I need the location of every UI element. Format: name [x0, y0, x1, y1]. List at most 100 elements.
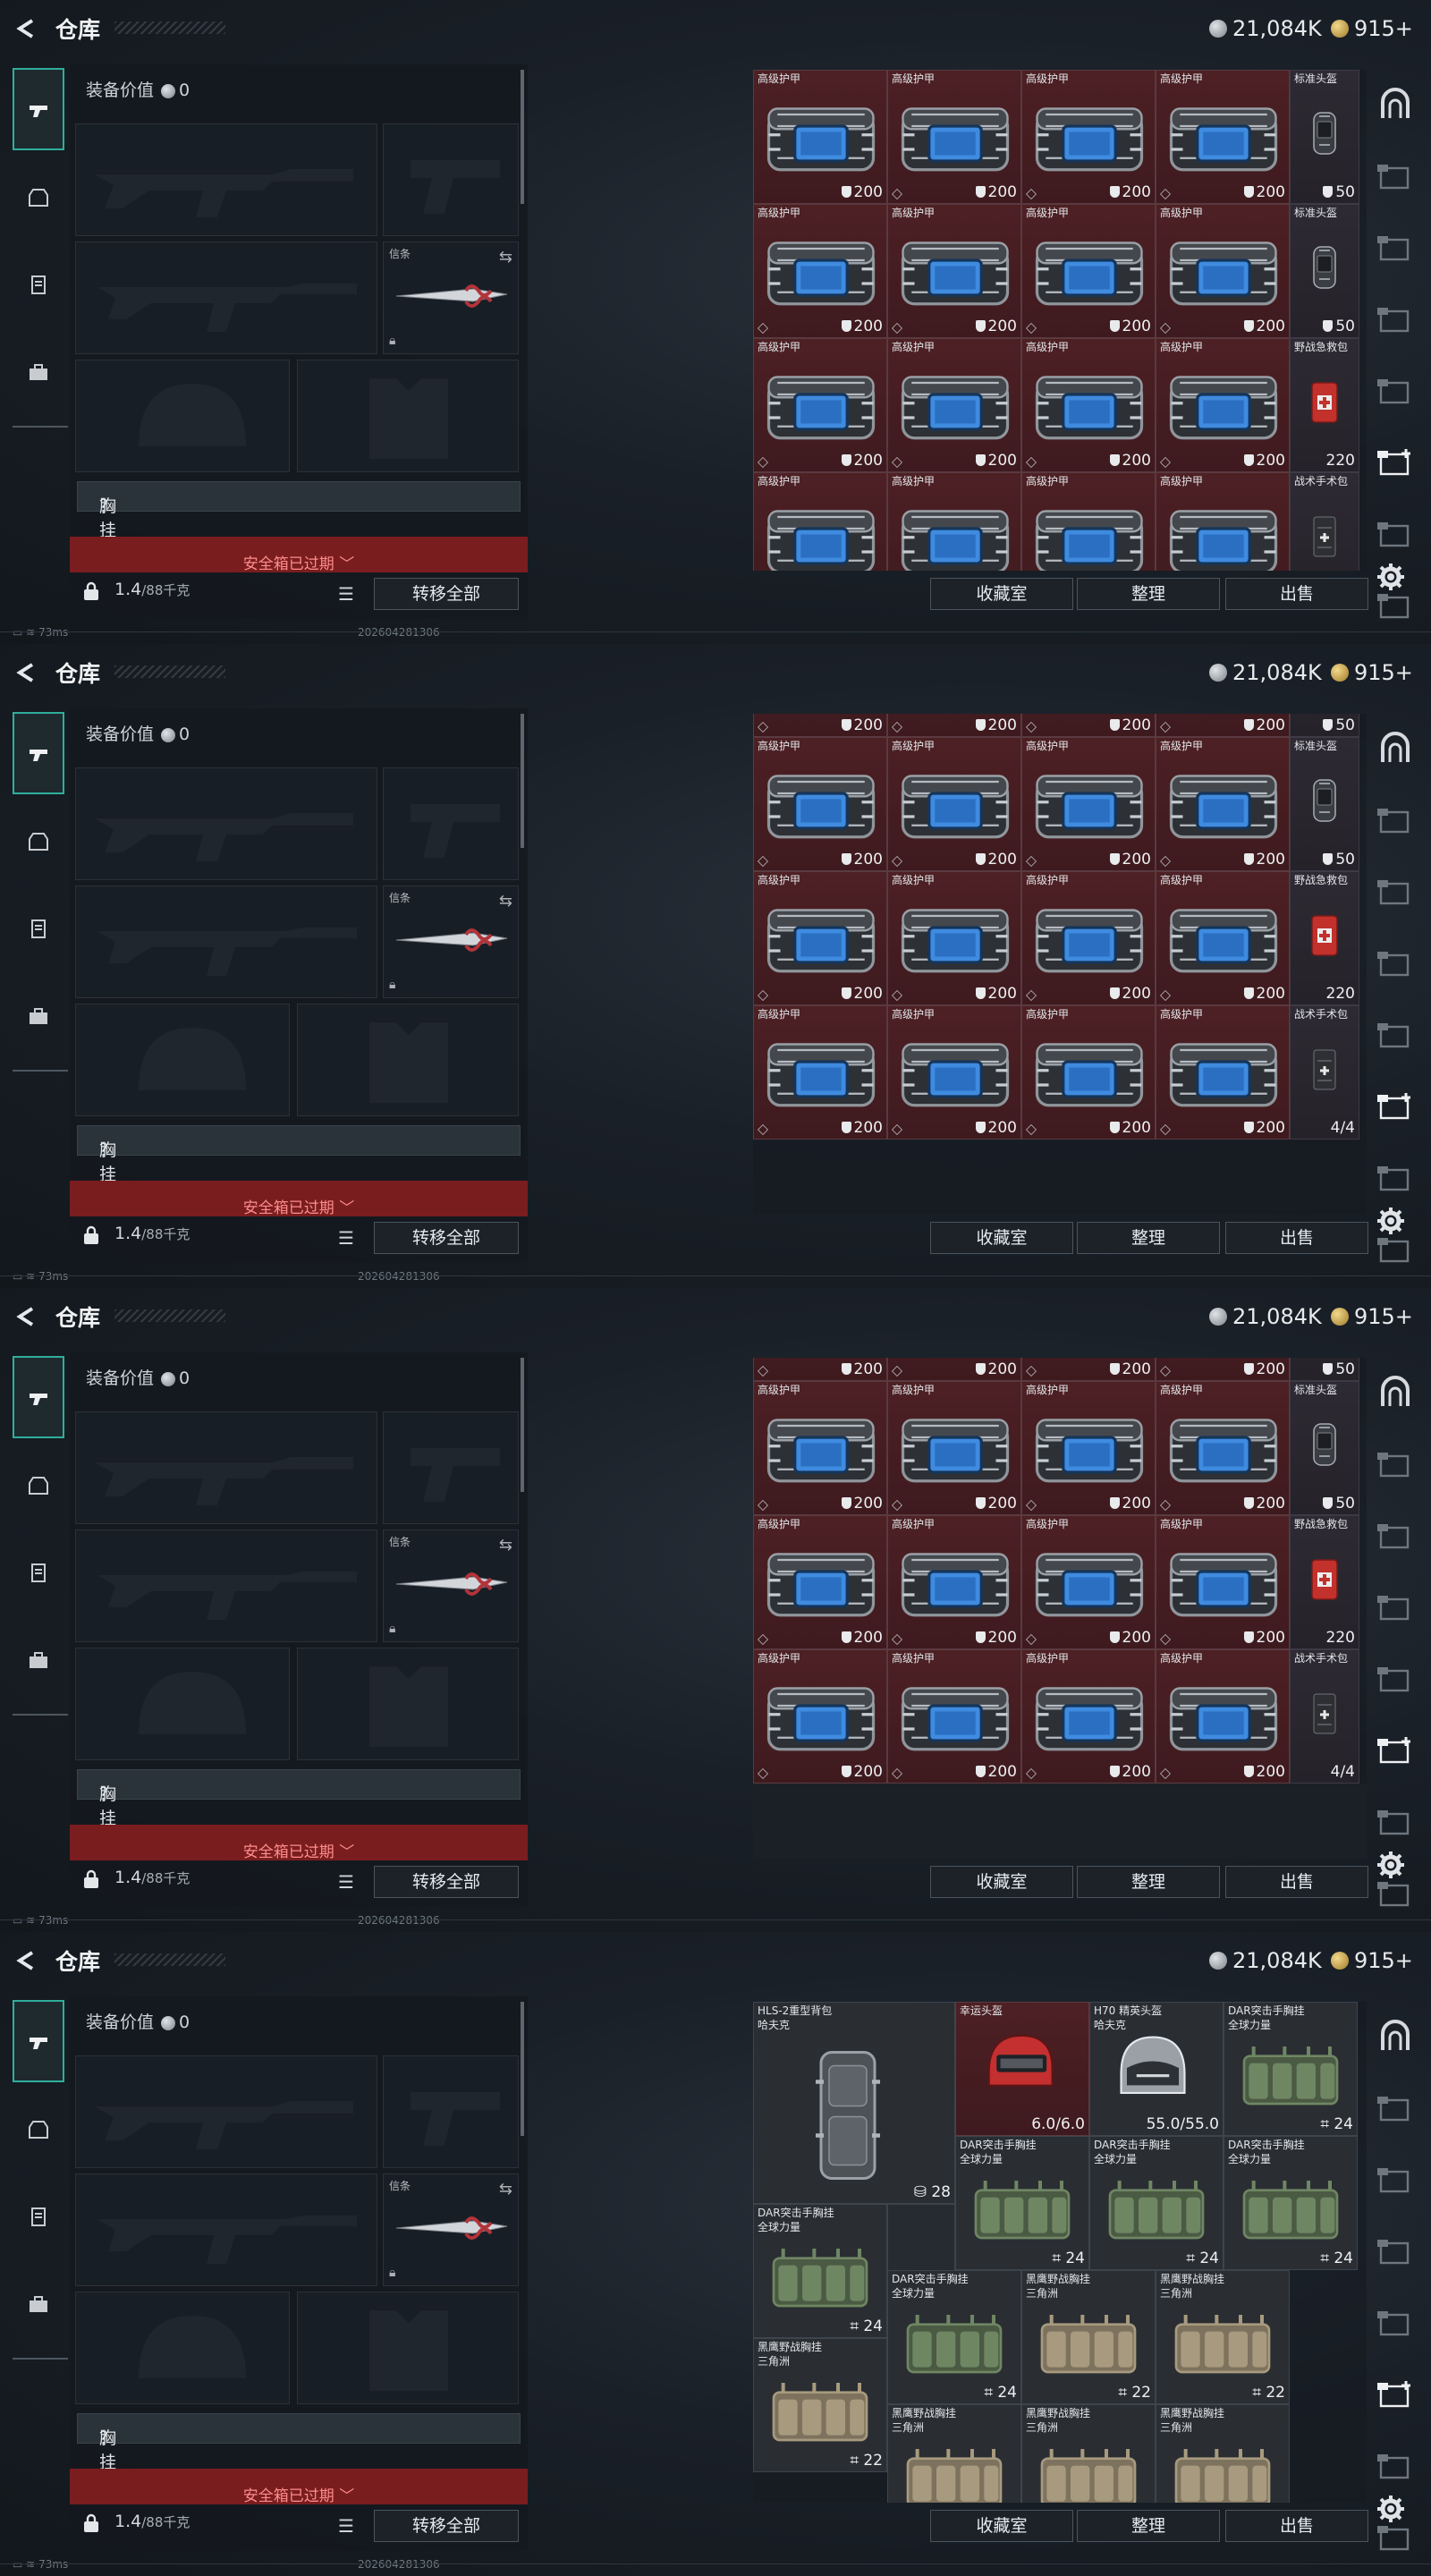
list-icon[interactable]: ☰: [338, 1227, 354, 1249]
pistol-slot[interactable]: [383, 2055, 519, 2168]
inventory-item[interactable]: 高级护甲 200: [1156, 871, 1290, 1005]
gear-icon[interactable]: [1376, 2494, 1406, 2524]
storage-tab-icon[interactable]: [1376, 589, 1415, 623]
melee-slot[interactable]: 信条 ⇆ 🔒︎: [383, 1530, 519, 1642]
secondary-weapon-slot[interactable]: [75, 1530, 377, 1642]
inventory-item[interactable]: 黑鹰野战胸挂三角洲 ⌗ 22: [1156, 2404, 1290, 2503]
inventory-item[interactable]: 幸运头盔 6.0/6.0: [955, 2002, 1089, 2136]
inventory-item[interactable]: 高级护甲 200: [753, 1381, 887, 1515]
inventory-item[interactable]: 高级护甲 200: [887, 70, 1021, 204]
inventory-item[interactable]: 高级护甲 200: [1021, 70, 1156, 204]
sell-button[interactable]: 出售: [1225, 1222, 1368, 1254]
loadout-tab-briefcase[interactable]: [13, 331, 64, 413]
storage-tab-icon[interactable]: [1376, 1519, 1415, 1553]
collection-button[interactable]: 收藏室: [930, 1222, 1073, 1254]
loadout-tab-clipboard[interactable]: [13, 1531, 64, 1614]
inventory-item[interactable]: 高级护甲 200: [887, 204, 1021, 338]
inventory-item[interactable]: H70 精英头盔 哈夫克 55.0/55.0: [1089, 2002, 1224, 2136]
sell-button[interactable]: 出售: [1225, 578, 1368, 610]
inventory-item[interactable]: 高级护甲 200: [753, 871, 887, 1005]
inventory-item[interactable]: 高级护甲 200: [753, 338, 887, 472]
arch-icon[interactable]: [1376, 1376, 1415, 1410]
loadout-scrollbar[interactable]: [521, 714, 524, 848]
chest-rig-slot[interactable]: 胸挂 ？: [77, 1125, 521, 1184]
loadout-scrollbar[interactable]: [521, 1358, 524, 1492]
inventory-item[interactable]: 高级护甲 200: [887, 472, 1021, 571]
transfer-all-button[interactable]: 转移全部: [374, 2510, 519, 2542]
storage-tab-icon[interactable]: [1376, 1233, 1415, 1267]
inventory-item[interactable]: 标准头盔 50: [1290, 737, 1359, 871]
sort-button[interactable]: 整理: [1077, 2510, 1220, 2542]
storage-tab-icon[interactable]: [1376, 1161, 1415, 1195]
sell-button[interactable]: 出售: [1225, 1866, 1368, 1898]
gold-balance[interactable]: 915+: [1354, 1948, 1413, 1973]
swap-icon[interactable]: ⇆: [499, 248, 512, 267]
inventory-item[interactable]: 高级护甲 200: [753, 472, 887, 571]
inventory-item[interactable]: 高级护甲 200: [1156, 1358, 1290, 1381]
safe-box-expired-banner[interactable]: 安全箱已过期 ﹀: [70, 2469, 528, 2505]
transfer-all-button[interactable]: 转移全部: [374, 578, 519, 610]
body-armor-slot[interactable]: [297, 2292, 519, 2404]
inventory-item[interactable]: 高级护甲 200: [1156, 204, 1290, 338]
inventory-item[interactable]: 黑鹰野战胸挂三角洲 ⌗ 22: [1156, 2270, 1290, 2404]
inventory-item[interactable]: 标准头盔 50: [1290, 1381, 1359, 1515]
storage-tab-icon[interactable]: [1376, 159, 1415, 193]
chest-rig-slot[interactable]: 胸挂 ？: [77, 481, 521, 540]
helmet-slot[interactable]: [75, 1648, 290, 1760]
loadout-scrollbar[interactable]: [521, 2002, 524, 2136]
primary-weapon-slot[interactable]: [75, 1411, 377, 1524]
arch-icon[interactable]: [1376, 2020, 1415, 2054]
collection-button[interactable]: 收藏室: [930, 1866, 1073, 1898]
storage-tab-icon[interactable]: [1376, 2306, 1415, 2340]
melee-slot[interactable]: 信条 ⇆ 🔒︎: [383, 886, 519, 998]
sort-button[interactable]: 整理: [1077, 1222, 1220, 1254]
inventory-item[interactable]: DAR突击手胸挂 全球力量 ⌗ 24: [753, 2204, 887, 2338]
inventory-item[interactable]: 高级护甲 200: [1021, 472, 1156, 571]
loadout-tab-weapon[interactable]: [13, 712, 64, 794]
inventory-item[interactable]: 高级护甲 200: [1021, 1381, 1156, 1515]
safe-box-expired-banner[interactable]: 安全箱已过期 ﹀: [70, 1181, 528, 1217]
gear-icon[interactable]: [1376, 1206, 1406, 1236]
secondary-weapon-slot[interactable]: [75, 2174, 377, 2286]
inventory-item[interactable]: 战术手术包: [1290, 472, 1359, 571]
collection-button[interactable]: 收藏室: [930, 578, 1073, 610]
inventory-item[interactable]: 高级护甲 200: [1021, 714, 1156, 737]
inventory-item[interactable]: 标准头盔 50: [1290, 70, 1359, 204]
storage-tab-icon[interactable]: [1376, 1590, 1415, 1624]
secondary-weapon-slot[interactable]: [75, 886, 377, 998]
inventory-item[interactable]: 黑鹰野战胸挂三角洲 ⌗ 22: [753, 2338, 887, 2472]
inventory-item[interactable]: DAR突击手胸挂 全球力量 ⌗ 24: [887, 2270, 1021, 2404]
inventory-item[interactable]: 野战急救包 220: [1290, 871, 1359, 1005]
loadout-tab-armor[interactable]: [13, 156, 64, 238]
inventory-item[interactable]: 高级护甲 200: [1156, 1381, 1290, 1515]
swap-icon[interactable]: ⇆: [499, 1536, 512, 1555]
inventory-item[interactable]: DAR突击手胸挂 全球力量 ⌗ 24: [1089, 2136, 1224, 2270]
inventory-item[interactable]: 高级护甲 200: [887, 338, 1021, 472]
chest-rig-slot[interactable]: 胸挂 ？: [77, 2413, 521, 2472]
loadout-tab-armor[interactable]: [13, 2088, 64, 2170]
inventory-item[interactable]: 高级护甲 200: [1156, 737, 1290, 871]
arch-icon[interactable]: [1376, 88, 1415, 122]
gear-icon[interactable]: [1376, 1850, 1406, 1880]
pistol-slot[interactable]: [383, 1411, 519, 1524]
inventory-item[interactable]: 高级护甲 200: [1021, 1649, 1156, 1784]
loadout-tab-briefcase[interactable]: [13, 975, 64, 1057]
sort-button[interactable]: 整理: [1077, 1866, 1220, 1898]
inventory-item[interactable]: 高级护甲 200: [1021, 338, 1156, 472]
pistol-slot[interactable]: [383, 767, 519, 880]
list-icon[interactable]: ☰: [338, 2515, 354, 2537]
transfer-all-button[interactable]: 转移全部: [374, 1222, 519, 1254]
inventory-item[interactable]: 高级护甲 200: [1156, 338, 1290, 472]
inventory-item[interactable]: 高级护甲 200: [887, 1649, 1021, 1784]
inventory-item[interactable]: 野战急救包 220: [1290, 1515, 1359, 1649]
storage-tab-add-icon[interactable]: [1376, 445, 1415, 479]
inventory-item[interactable]: 高级护甲 200: [753, 1649, 887, 1784]
inventory-item[interactable]: 高级护甲 200: [753, 1005, 887, 1140]
loadout-scrollbar[interactable]: [521, 70, 524, 204]
safe-box-expired-banner[interactable]: 安全箱已过期 ﹀: [70, 537, 528, 573]
loadout-tab-armor[interactable]: [13, 800, 64, 882]
swap-icon[interactable]: ⇆: [499, 2180, 512, 2199]
inventory-item[interactable]: 高级护甲 200: [887, 1515, 1021, 1649]
inventory-item[interactable]: 高级护甲 200: [1021, 871, 1156, 1005]
inventory-item[interactable]: 高级护甲 200: [1156, 1649, 1290, 1784]
